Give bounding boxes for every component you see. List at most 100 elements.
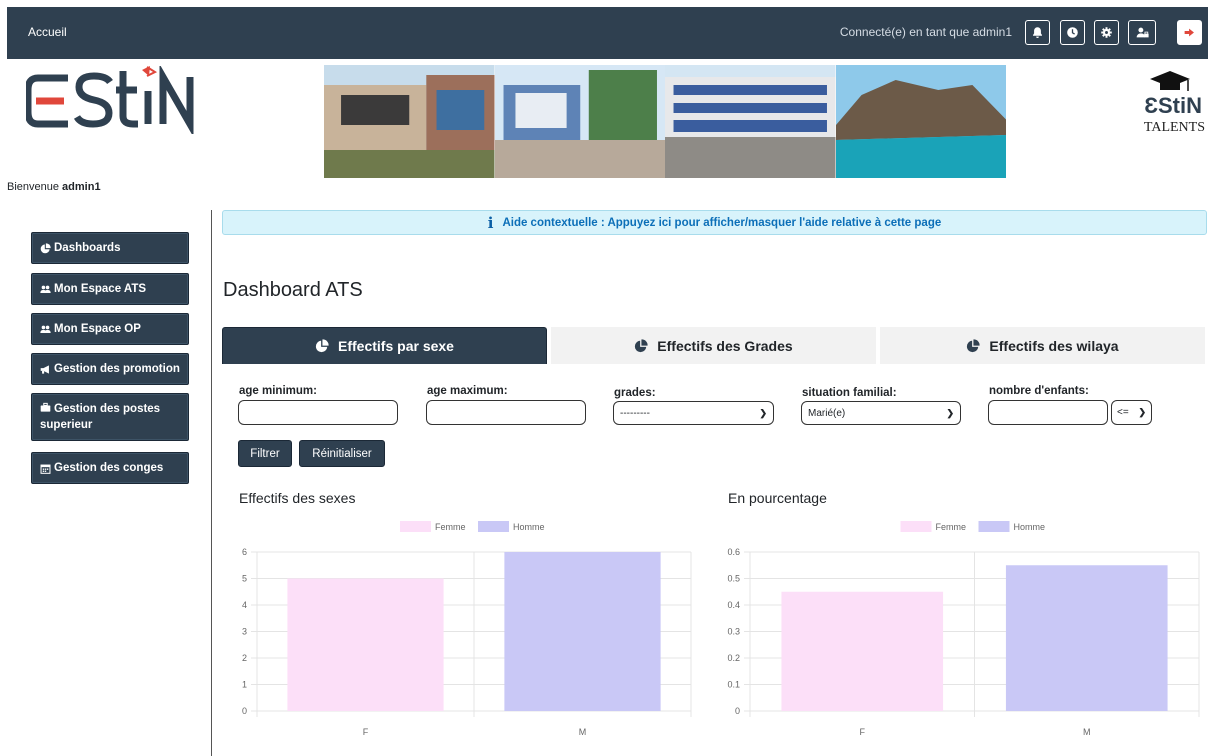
banner-photo-facade [665,65,836,178]
grades-select[interactable]: --------- ❯ [613,401,774,425]
user-admin-button[interactable] [1128,20,1156,45]
welcome-message: Bienvenue admin1 [7,181,101,193]
sidebar-item-label: Mon Espace ATS [54,283,147,295]
banner-photo-coast [835,65,1006,178]
user-admin-icon [1136,27,1149,38]
talents-logo-subtitle: TALENTS [1144,120,1205,135]
pie-chart-icon [40,242,51,253]
clock-icon [1067,27,1078,38]
pie-chart-icon [315,339,329,353]
y-tick-label: 2 [242,653,247,663]
y-tick-label: 0.4 [727,600,740,610]
home-link[interactable]: Accueil [28,25,67,39]
bar [1005,565,1168,711]
situation-familial-select[interactable]: Marié(e) ❯ [801,401,961,425]
sidebar-item-label: Mon Espace OP [54,323,141,335]
top-navbar: Accueil Connecté(e) en tant que admin1 [7,7,1208,59]
x-tick-label: M [1083,727,1091,737]
reset-button[interactable]: Réinitialiser [299,440,385,467]
y-tick-label: 4 [242,600,247,610]
sidebar-item-dashboards[interactable]: Dashboards [31,232,189,264]
pie-chart-icon [967,338,980,352]
age-min-label: age minimum: [239,385,317,397]
contextual-help-banner[interactable]: i Aide contextuelle : Appuyez ici pour a… [222,210,1207,235]
banner-photo-campus [494,65,665,178]
y-tick-label: 0.3 [727,627,740,637]
megaphone-icon [40,364,49,374]
sidebar-item-mon-espace-op[interactable]: Mon Espace OP [31,313,189,345]
history-button[interactable] [1060,20,1085,45]
page-title: Dashboard ATS [223,279,363,301]
info-icon: i [487,213,494,232]
legend-swatch [478,521,509,532]
welcome-username: admin1 [62,181,101,193]
sidebar-item-label: Gestion des promotion [54,363,180,375]
bar [781,591,944,711]
sidebar-item-mon-espace-ats[interactable]: Mon Espace ATS [31,273,189,305]
nombre-enfants-input[interactable] [988,400,1108,425]
chevron-down-icon: ❯ [1138,407,1146,417]
users-icon [40,285,51,293]
x-tick-label: F [860,727,866,737]
tab-effectifs-par-sexe[interactable]: Effectifs par sexe [222,327,547,364]
situation-familial-label: situation familial: [802,387,897,399]
chart-title-pourcentage: En pourcentage [728,490,827,506]
legend-label: Homme [513,522,545,532]
legend-label: Femme [936,522,967,532]
logout-icon [1184,28,1194,37]
chevron-down-icon: ❯ [759,407,767,418]
y-tick-label: 0.5 [727,574,740,584]
logout-button[interactable] [1177,20,1202,45]
filter-button[interactable]: Filtrer [238,440,292,467]
y-tick-label: 6 [242,547,247,557]
calendar-icon [40,464,51,474]
age-max-label: age maximum: [427,385,508,397]
legend-label: Femme [435,522,466,532]
settings-button[interactable] [1094,20,1119,45]
bar [504,552,661,711]
y-tick-label: 0 [735,706,740,716]
estin-logo[interactable] [24,63,201,139]
sidebar-item-label: Dashboards [54,242,121,254]
tab-label: Effectifs des wilaya [989,337,1119,354]
tab-effectifs-wilaya[interactable]: Effectifs des wilaya [880,327,1205,364]
briefcase-icon [40,402,51,412]
situation-familial-value: Marié(e) [808,407,846,419]
banner-photo-building [324,65,495,178]
legend-swatch [978,521,1010,532]
bar [287,578,444,711]
legend-swatch [900,521,932,532]
sidebar-item-gestion-promotion[interactable]: Gestion des promotion [31,353,189,385]
gear-icon [1101,27,1112,38]
connected-user-text: Connecté(e) en tant que admin1 [839,25,1012,39]
sidebar-divider [211,210,212,756]
y-tick-label: 0.1 [727,680,740,690]
estin-talents-logo[interactable]: ƐStiN TALENTS [1122,67,1207,147]
legend-swatch [400,521,431,532]
y-tick-label: 0.6 [727,547,740,557]
x-tick-label: F [363,727,369,737]
enfants-operator-select[interactable]: <= ❯ [1111,400,1152,425]
grades-select-value: --------- [620,407,650,419]
tab-effectifs-grades[interactable]: Effectifs des Grades [551,327,876,364]
users-icon [40,325,51,333]
pie-chart-icon [635,338,648,352]
chart-pourcentage: Femme Homme 0 0.1 0.2 0.3 0.4 0.5 0.6 F M [727,521,1200,737]
nombre-enfants-label: nombre d'enfants: [989,385,1089,397]
y-tick-label: 0 [242,706,247,716]
sidebar-item-label: Gestion des conges [54,462,164,474]
age-min-input[interactable] [238,400,398,425]
y-tick-label: 3 [242,627,247,637]
legend-label: Homme [1014,522,1046,532]
y-tick-label: 1 [242,680,247,690]
contextual-help-text: Aide contextuelle : Appuyez ici pour aff… [502,216,942,229]
chart-title-effectifs: Effectifs des sexes [239,490,356,506]
sidebar-item-gestion-conges[interactable]: Gestion des conges [31,452,189,484]
chevron-down-icon: ❯ [946,407,954,418]
campus-banner [324,65,1006,178]
age-max-input[interactable] [426,400,586,425]
sidebar-item-gestion-postes[interactable]: Gestion des postes superieur [31,393,189,441]
notifications-button[interactable] [1025,20,1050,45]
chart-effectifs-sexes: Femme Homme 0 1 2 3 4 5 6 F M [242,521,692,737]
enfants-operator-value: <= [1117,407,1129,418]
